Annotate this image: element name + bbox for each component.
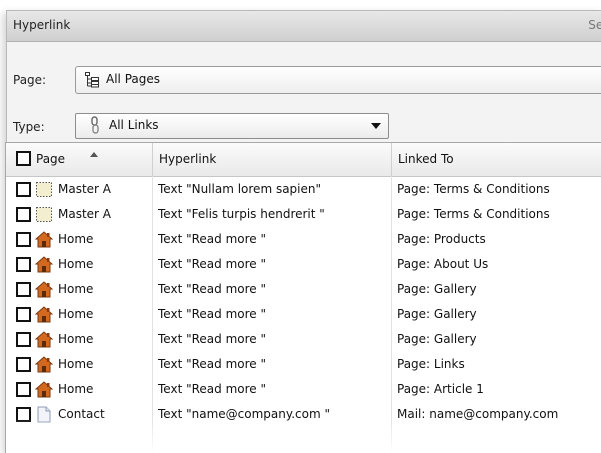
table-row[interactable]: Home Text "Read more " Page: Gallery [6,302,601,327]
page-filter-value: All Pages [106,72,160,86]
type-filter-value: All Links [109,118,159,132]
page-cell: Home [6,352,152,377]
table-row[interactable]: Home Text "Read more " Page: Products [6,227,601,252]
select-all-checkbox[interactable] [16,151,31,166]
page-name: Home [58,382,94,396]
page-name: Home [58,232,94,246]
row-checkbox[interactable] [16,307,31,322]
page-name: Home [58,257,94,271]
page-cell: Home [6,277,152,302]
home-icon [34,381,54,398]
page-cell: Home [6,227,152,252]
home-icon [34,281,54,298]
table-row[interactable]: Master A Text "Felis turpis hendrerit " Pa… [6,202,601,227]
hyperlink-cell: Text "Read more " [158,232,266,246]
hyperlink-cell: Text "Read more " [158,357,266,371]
table-row[interactable]: Master A Text "Nullam lorem sapien" Page: … [6,177,601,202]
linked-to-cell: Page: Gallery [397,307,477,321]
home-icon [34,256,54,273]
linked-to-cell: Page: Article 1 [397,382,484,396]
row-checkbox[interactable] [16,182,31,197]
linked-to-cell: Page: Gallery [397,332,477,346]
column-header-hyperlink-label: Hyperlink [159,152,217,166]
hyperlink-cell: Text "Read more " [158,257,266,271]
linked-to-cell: Page: Terms & Conditions [397,182,550,196]
table-header: Page Hyperlink Linked To [6,143,601,177]
chain-link-icon [88,116,102,137]
column-header-page[interactable]: Page [6,143,153,176]
hyperlink-cell: Text "Nullam lorem sapien" [158,182,322,196]
hyperlink-cell: Text "Read more " [158,282,266,296]
master-page-icon [35,206,53,223]
page-name: Master A [58,182,112,196]
home-icon [34,231,54,248]
home-icon [34,306,54,323]
panel-title: Hyperlink [13,18,71,32]
page-cell: Home [6,377,152,402]
page-name: Home [58,332,94,346]
hyperlink-cell: Text "Felis turpis hendrerit " [158,207,325,221]
table-row[interactable]: Home Text "Read more " Page: About Us [6,252,601,277]
column-header-linked-to-label: Linked To [398,152,454,166]
panel-title-right-text[interactable]: Set [588,18,601,32]
row-checkbox[interactable] [16,382,31,397]
page-filter-select[interactable]: All Pages [75,66,601,94]
type-filter-label: Type: [13,120,45,134]
master-page-icon [35,181,53,198]
row-checkbox[interactable] [16,207,31,222]
page-cell: Home [6,252,152,277]
linked-to-cell: Page: Links [397,357,465,371]
page-name: Master A [58,207,112,221]
table-row[interactable]: Home Text "Read more " Page: Gallery [6,327,601,352]
row-checkbox[interactable] [16,232,31,247]
row-checkbox[interactable] [16,257,31,272]
chevron-down-icon[interactable] [371,123,381,129]
type-filter-select[interactable]: All Links [75,113,389,139]
table-row[interactable]: Home Text "Read more " Page: Links [6,352,601,377]
hyperlinks-table: Page Hyperlink Linked To Master A Text "N… [5,142,601,453]
column-header-hyperlink[interactable]: Hyperlink [153,143,392,176]
bottom-fade [6,419,601,453]
page-name: Home [58,357,94,371]
page-cell: Home [6,327,152,352]
linked-to-cell: Page: Terms & Conditions [397,207,550,221]
linked-to-cell: Page: Products [397,232,486,246]
hyperlink-cell: Text "Read more " [158,382,266,396]
hyperlink-cell: Text "Read more " [158,332,266,346]
home-icon [34,331,54,348]
page-cell: Home [6,302,152,327]
page-cell: Master A [6,202,152,227]
row-checkbox[interactable] [16,332,31,347]
panel-titlebar: Hyperlink Set [7,11,601,42]
column-header-page-label: Page [36,152,66,166]
linked-to-cell: Page: About Us [397,257,489,271]
home-icon [34,356,54,373]
table-row[interactable]: Home Text "Read more " Page: Article 1 [6,377,601,402]
page-tree-icon [84,71,100,91]
hyperlink-cell: Text "Read more " [158,307,266,321]
column-header-linked-to[interactable]: Linked To [392,143,601,176]
linked-to-cell: Page: Gallery [397,282,477,296]
sort-ascending-icon [90,152,98,157]
row-checkbox[interactable] [16,282,31,297]
page-name: Home [58,282,94,296]
table-row[interactable]: Home Text "Read more " Page: Gallery [6,277,601,302]
page-cell: Master A [6,177,152,202]
row-checkbox[interactable] [16,357,31,372]
page-filter-label: Page: [13,73,47,87]
page-name: Home [58,307,94,321]
